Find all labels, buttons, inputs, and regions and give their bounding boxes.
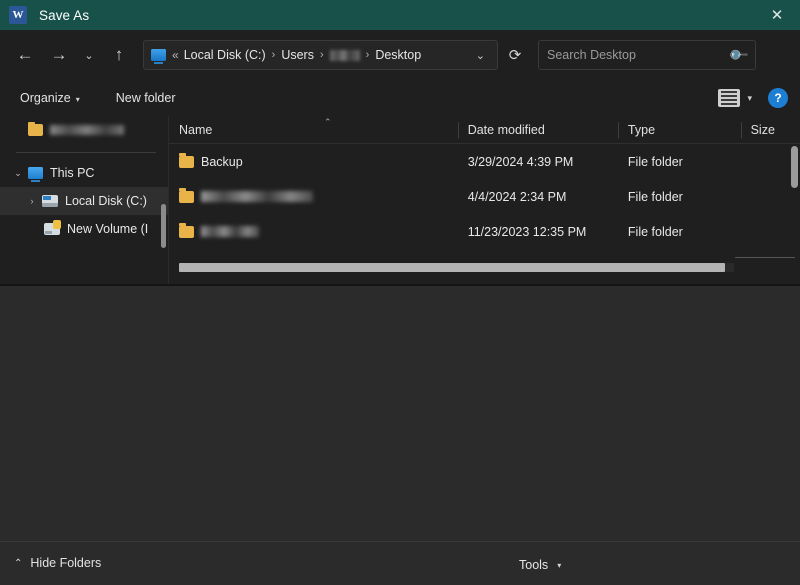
tree-item-this-pc[interactable]: ⌄ This PC	[0, 159, 168, 187]
tree-item-label: This PC	[50, 166, 94, 180]
folder-icon	[179, 156, 194, 168]
file-date-cell: 4/4/2024 2:34 PM	[458, 190, 618, 204]
file-browser: ⌄ This PC › Local Disk (C:) New Volume (…	[0, 116, 800, 284]
save-as-dialog: W Save As ✕ ← → ⌄ ↑ « Local Disk (C:) › …	[0, 0, 800, 585]
breadcrumb-separator: ›	[272, 49, 276, 61]
command-bar: Organize ▾ New folder ▾ ?	[0, 80, 800, 116]
chevron-right-icon[interactable]: ›	[22, 196, 42, 206]
folder-icon	[179, 191, 194, 203]
tree-item-label-redacted	[50, 125, 124, 135]
file-type-cell: File folder	[618, 190, 741, 204]
tree-item-label: New Volume (I	[67, 222, 148, 236]
chevron-down-icon: ▾	[76, 95, 80, 104]
file-name-cell	[169, 226, 458, 238]
search-input[interactable]	[547, 48, 731, 62]
vertical-scrollbar[interactable]	[791, 146, 798, 188]
word-app-icon: W	[9, 6, 27, 24]
column-header-type[interactable]: Type	[618, 116, 741, 144]
folder-icon	[28, 124, 43, 136]
window-title: Save As	[39, 8, 89, 23]
tools-button[interactable]: Tools ▾	[513, 554, 567, 576]
organize-button[interactable]: Organize ▾	[12, 87, 88, 109]
up-button[interactable]: ↑	[102, 38, 136, 72]
column-header-name[interactable]: Name	[169, 116, 458, 144]
hide-folders-button[interactable]: ⌃ Hide Folders	[14, 556, 101, 570]
title-bar: W Save As ✕	[0, 0, 800, 30]
column-header-date-modified[interactable]: Date modified	[458, 116, 618, 144]
file-date-cell: 11/23/2023 12:35 PM	[458, 225, 618, 239]
file-name-label-redacted	[201, 191, 313, 202]
column-header-size[interactable]: Size	[741, 116, 800, 144]
chevron-down-icon[interactable]: ⌄	[8, 168, 28, 179]
file-name-label: Backup	[201, 155, 243, 169]
help-icon[interactable]: ?	[768, 88, 788, 108]
file-name-cell	[169, 191, 458, 203]
tree-divider	[16, 152, 156, 153]
tree-scrollbar[interactable]	[161, 204, 166, 248]
chevron-down-icon[interactable]: ▾	[747, 93, 752, 104]
tree-item-local-disk-c[interactable]: › Local Disk (C:)	[0, 187, 168, 215]
address-bar[interactable]: « Local Disk (C:) › Users › › Desktop ⌄	[143, 40, 498, 70]
tools-label: Tools	[519, 558, 548, 572]
dialog-footer: ⌃ Hide Folders Tools ▾ Save Cancel	[0, 541, 800, 585]
file-name-label-redacted	[201, 226, 259, 237]
file-date-cell: 3/29/2024 4:39 PM	[458, 155, 618, 169]
disk-icon	[42, 195, 58, 207]
search-icon[interactable]: 🔍	[728, 44, 751, 67]
refresh-icon[interactable]: ⟳	[500, 40, 530, 70]
file-name-cell: Backup	[169, 155, 458, 169]
table-row[interactable]: 4/4/2024 2:34 PM File folder	[169, 179, 800, 214]
tree-item-label: Local Disk (C:)	[65, 194, 147, 208]
pc-icon	[28, 167, 43, 179]
back-button[interactable]: ←	[8, 38, 42, 72]
breadcrumb-item-users[interactable]: Users	[281, 48, 314, 62]
table-row[interactable]: Backup 3/29/2024 4:39 PM File folder	[169, 144, 800, 179]
file-type-cell: File folder	[618, 155, 741, 169]
chevron-up-icon: ⌃	[14, 558, 22, 569]
horizontal-scrollbar[interactable]	[179, 263, 725, 272]
tree-item-new-volume[interactable]: New Volume (I	[0, 215, 168, 243]
search-box[interactable]: 🔍	[538, 40, 756, 70]
folder-icon	[179, 226, 194, 238]
hide-folders-label: Hide Folders	[30, 556, 101, 570]
table-row[interactable]: 11/23/2023 12:35 PM File folder	[169, 214, 800, 249]
divider	[735, 257, 795, 258]
chevron-down-icon[interactable]: ⌄	[468, 49, 493, 62]
locked-drive-icon	[44, 223, 60, 235]
details-view-icon[interactable]	[718, 89, 740, 107]
new-folder-button[interactable]: New folder	[108, 87, 184, 109]
sort-ascending-icon: ⌃	[324, 117, 332, 128]
breadcrumb-overflow-icon[interactable]: «	[172, 48, 179, 62]
breadcrumb-item-drive[interactable]: Local Disk (C:)	[184, 48, 266, 62]
chevron-down-icon: ▾	[557, 561, 561, 570]
file-list-pane: Name Date modified Type Size ⌃ Backup 3/…	[168, 116, 800, 284]
breadcrumb-separator: ›	[366, 49, 370, 61]
file-type-cell: File folder	[618, 225, 741, 239]
breadcrumb-item-desktop[interactable]: Desktop	[375, 48, 421, 62]
navigation-tree: ⌄ This PC › Local Disk (C:) New Volume (…	[0, 116, 168, 284]
computer-icon	[151, 49, 166, 61]
navigation-bar: ← → ⌄ ↑ « Local Disk (C:) › Users › › De…	[0, 30, 800, 80]
organize-label: Organize	[20, 91, 71, 105]
column-headers: Name Date modified Type Size ⌃	[169, 116, 800, 144]
close-icon[interactable]: ✕	[754, 0, 800, 30]
save-options-panel: File name: MTE Test.pdf ⌄ Save as type: …	[0, 286, 800, 541]
breadcrumb-item-redacted[interactable]	[330, 50, 360, 61]
recent-locations-button[interactable]: ⌄	[76, 38, 102, 72]
tree-item-redacted[interactable]	[0, 116, 168, 144]
breadcrumb-separator: ›	[320, 49, 324, 61]
forward-button[interactable]: →	[42, 38, 76, 72]
